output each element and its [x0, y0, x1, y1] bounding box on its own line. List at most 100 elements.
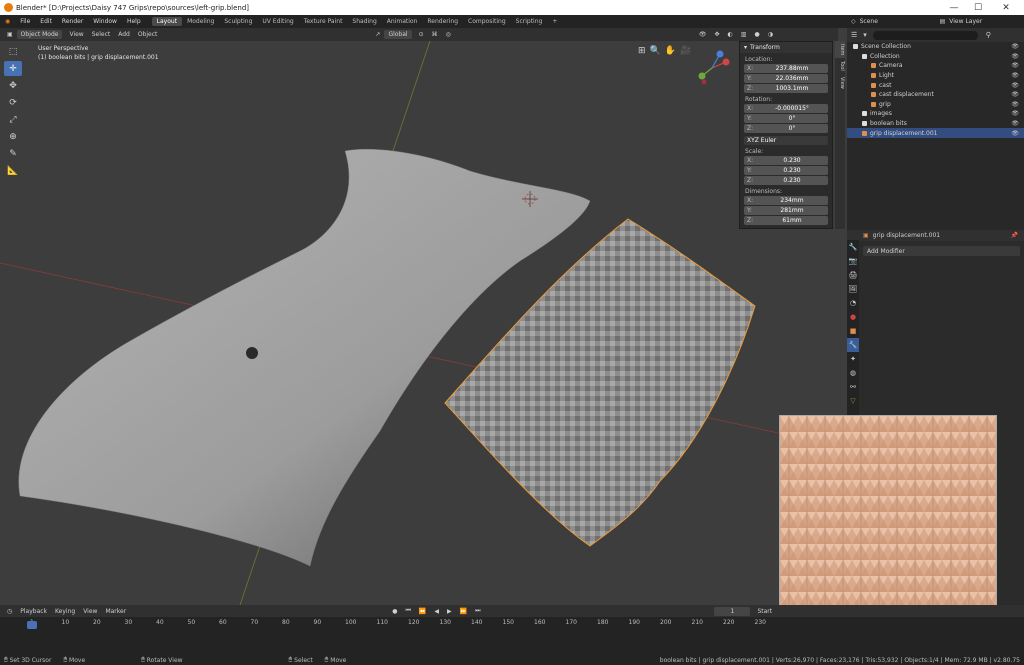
- current-frame-field[interactable]: 1: [714, 606, 751, 616]
- visibility-toggle-icon[interactable]: 👁: [1011, 72, 1019, 79]
- maximize-button[interactable]: ☐: [968, 0, 988, 15]
- add-workspace-button[interactable]: +: [547, 17, 562, 26]
- display-mode-icon[interactable]: ▾: [863, 31, 867, 39]
- workspace-tab-rendering[interactable]: Rendering: [422, 17, 463, 26]
- outliner-item[interactable]: grip displacement.001 👁: [847, 128, 1024, 138]
- workspace-tab-shading[interactable]: Shading: [347, 17, 381, 26]
- dimensions-z-field[interactable]: Z: 61mm: [744, 216, 828, 225]
- shading-solid-icon[interactable]: ●: [750, 30, 763, 39]
- visibility-toggle-icon[interactable]: 👁: [1011, 82, 1019, 89]
- outliner-item[interactable]: images 👁: [847, 109, 1024, 119]
- workspace-tab-sculpting[interactable]: Sculpting: [219, 17, 257, 26]
- scale-y-field[interactable]: Y: 0.230: [744, 166, 828, 175]
- proportional-edit-icon[interactable]: ◎: [442, 30, 455, 39]
- outliner-search-field[interactable]: [872, 30, 978, 40]
- object-tab-icon[interactable]: ■: [847, 324, 859, 338]
- location-y-field[interactable]: Y: 22.036mm: [744, 74, 828, 83]
- rotation-x-field[interactable]: X: -0.000015°: [744, 104, 828, 113]
- scene-tab-icon[interactable]: ◔: [847, 296, 859, 310]
- location-z-field[interactable]: Z: 1003.1mm: [744, 84, 828, 93]
- visibility-toggle-icon[interactable]: 👁: [1011, 53, 1019, 60]
- visibility-toggle-icon[interactable]: 👁: [1011, 101, 1019, 108]
- pivot-icon[interactable]: ⊙: [415, 30, 428, 39]
- data-icon[interactable]: ▽: [847, 394, 859, 408]
- outliner-item[interactable]: Collection 👁: [847, 52, 1024, 62]
- rotate-tool-icon[interactable]: ⟳: [4, 95, 22, 110]
- outliner-item[interactable]: cast displacement 👁: [847, 90, 1024, 100]
- visibility-toggle-icon[interactable]: 👁: [1011, 110, 1019, 117]
- play-icon[interactable]: ▶: [443, 607, 456, 616]
- visibility-toggle-icon[interactable]: 👁: [1011, 120, 1019, 127]
- next-keyframe-icon[interactable]: ⏩: [456, 607, 471, 616]
- tool-settings-icon[interactable]: 🔧: [847, 240, 859, 254]
- add-modifier-dropdown[interactable]: Add Modifier: [863, 246, 1020, 256]
- menu-window[interactable]: Window: [88, 18, 122, 25]
- measure-tool-icon[interactable]: 📐: [4, 163, 22, 178]
- camera-view-icon[interactable]: 🎥: [680, 46, 691, 56]
- scene-selector[interactable]: Scene: [860, 18, 940, 25]
- workspace-tab-scripting[interactable]: Scripting: [511, 17, 548, 26]
- workspace-tab-uv-editing[interactable]: UV Editing: [257, 17, 298, 26]
- menu-help[interactable]: Help: [122, 18, 146, 25]
- workspace-tab-animation[interactable]: Animation: [382, 17, 423, 26]
- axis-gizmo-icon[interactable]: [690, 46, 734, 90]
- play-reverse-icon[interactable]: ◀: [430, 607, 443, 616]
- visibility-toggle-icon[interactable]: 👁: [1011, 43, 1019, 50]
- rotation-y-field[interactable]: Y: 0°: [744, 114, 828, 123]
- keying-menu[interactable]: Keying: [51, 607, 79, 616]
- outliner-item[interactable]: Light 👁: [847, 71, 1024, 81]
- menu-render[interactable]: Render: [57, 18, 88, 25]
- view-layer-selector[interactable]: View Layer: [949, 18, 982, 25]
- outliner-item[interactable]: Camera 👁: [847, 61, 1024, 71]
- scale-tool-icon[interactable]: ⤢: [4, 112, 22, 127]
- pan-hand-icon[interactable]: ✋: [665, 46, 676, 56]
- snap-icon[interactable]: ⌘: [428, 30, 442, 39]
- add-menu[interactable]: Add: [114, 30, 134, 39]
- location-x-field[interactable]: X: 237.88mm: [744, 64, 828, 73]
- start-frame-label[interactable]: Start: [753, 607, 776, 616]
- render-icon[interactable]: 📷: [847, 254, 859, 268]
- xray-icon[interactable]: ▥: [737, 30, 751, 39]
- constraints-icon[interactable]: ⚯: [847, 380, 859, 394]
- jump-start-icon[interactable]: ⏮: [401, 606, 414, 616]
- dimensions-y-field[interactable]: Y: 281mm: [744, 206, 828, 215]
- annotate-tool-icon[interactable]: ✎: [4, 146, 22, 161]
- playhead-marker[interactable]: [27, 621, 37, 629]
- workspace-tab-modeling[interactable]: Modeling: [182, 17, 219, 26]
- view-layer-tab-icon[interactable]: 🖼: [847, 282, 859, 296]
- gizmo-icon[interactable]: ✥: [710, 30, 723, 39]
- editor-type-icon[interactable]: ▣: [3, 30, 17, 39]
- rotation-mode-selector[interactable]: XYZ Euler: [744, 136, 828, 145]
- move-tool-icon[interactable]: ✥: [4, 78, 22, 93]
- cursor-tool-icon[interactable]: ✛: [4, 61, 22, 76]
- jump-end-icon[interactable]: ⏭: [471, 606, 484, 616]
- timeline-ruler[interactable]: 1102030405060708090100110120130140150160…: [0, 619, 780, 629]
- output-icon[interactable]: 🖨: [847, 268, 859, 282]
- timeline-editor-icon[interactable]: ◷: [3, 607, 16, 616]
- transform-orientation-selector[interactable]: Global: [384, 30, 412, 39]
- prev-keyframe-icon[interactable]: ⏪: [415, 607, 430, 616]
- particles-icon[interactable]: ✦: [847, 352, 859, 366]
- rotation-z-field[interactable]: Z: 0°: [744, 124, 828, 133]
- dimensions-x-field[interactable]: X: 234mm: [744, 196, 828, 205]
- object-mode-selector[interactable]: Object Mode: [16, 30, 63, 39]
- marker-menu[interactable]: Marker: [101, 607, 130, 616]
- scale-x-field[interactable]: X: 0.230: [744, 156, 828, 165]
- playback-menu[interactable]: Playback: [16, 607, 51, 616]
- menu-file[interactable]: File: [15, 18, 35, 25]
- record-icon[interactable]: ●: [388, 607, 401, 616]
- tab-view[interactable]: View: [835, 74, 845, 92]
- outliner-item[interactable]: boolean bits 👁: [847, 119, 1024, 129]
- physics-icon[interactable]: ◍: [847, 366, 859, 380]
- visibility-icon[interactable]: 👁: [695, 30, 711, 39]
- transform-tool-icon[interactable]: ⊕: [4, 129, 22, 144]
- timeline-view-menu[interactable]: View: [79, 607, 101, 616]
- object-menu[interactable]: Object: [134, 30, 162, 39]
- scale-z-field[interactable]: Z: 0.230: [744, 176, 828, 185]
- select-box-tool-icon[interactable]: ⬚: [4, 44, 22, 59]
- blender-menu-icon[interactable]: ◉: [0, 18, 15, 25]
- outliner-editor-icon[interactable]: ☰: [851, 31, 857, 39]
- navigation-gizmo[interactable]: [690, 46, 734, 92]
- visibility-toggle-icon[interactable]: 👁: [1011, 91, 1019, 98]
- select-menu[interactable]: Select: [88, 30, 115, 39]
